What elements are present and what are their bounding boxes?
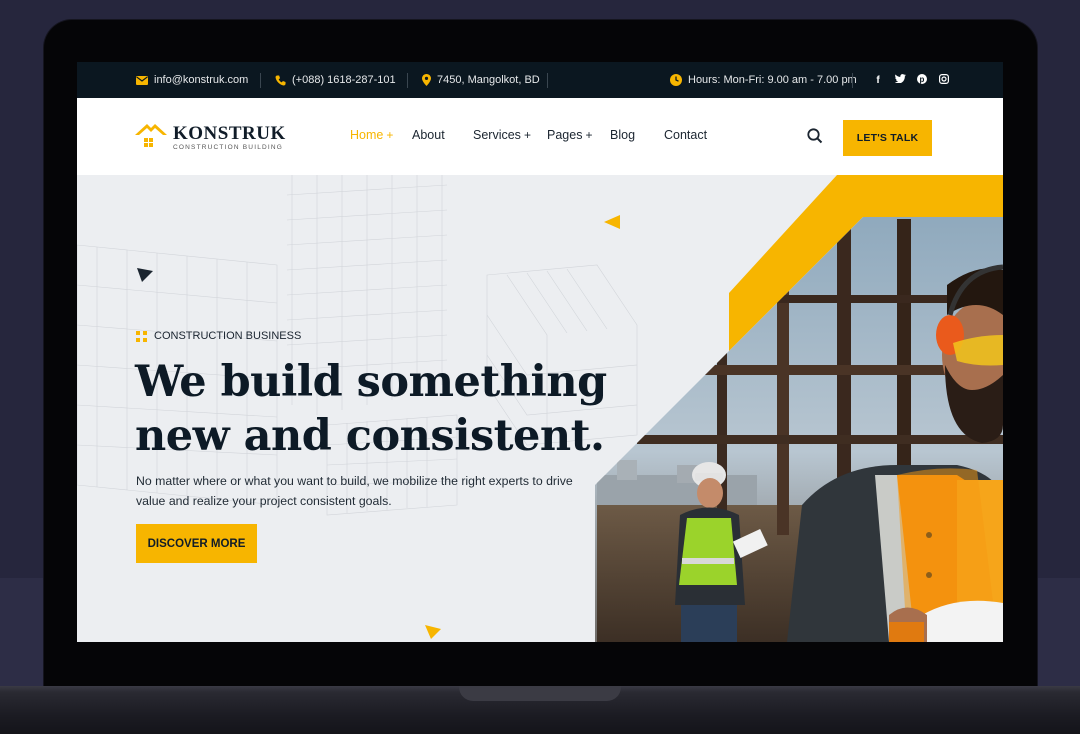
business-hours: Hours: Mon-Fri: 9.00 am - 7.00 pm (670, 62, 857, 98)
instagram-icon[interactable] (938, 73, 950, 87)
submenu-plus-icon: + (386, 128, 394, 142)
nav-label: Blog (610, 128, 636, 142)
divider (260, 73, 261, 88)
social-links: f p (872, 62, 950, 98)
nav-label: About (412, 128, 445, 142)
discover-more-button[interactable]: DISCOVER MORE (136, 524, 257, 563)
hero-description: No matter where or what you want to buil… (136, 474, 573, 508)
hero-eyebrow: CONSTRUCTION BUSINESS (136, 330, 301, 342)
nav-label: Home (350, 128, 384, 142)
laptop-notch (459, 686, 621, 701)
pinterest-icon[interactable]: p (916, 73, 928, 87)
submenu-plus-icon: + (585, 128, 593, 142)
divider (547, 73, 548, 88)
phone-text: (+088) 1618-287-101 (292, 74, 396, 86)
nav-label: Pages (547, 128, 583, 142)
divider (407, 73, 408, 88)
nav-label: Services (473, 128, 521, 142)
nav-item-contact[interactable]: Contact (664, 128, 707, 142)
phone-contact[interactable]: (+088) 1618-287-101 (275, 62, 396, 98)
decorative-triangle-yellow (425, 625, 441, 639)
envelope-icon (136, 75, 148, 85)
hero-headline: We build something new and consistent. (135, 355, 607, 463)
headline-line-2: new and consistent. (135, 411, 605, 461)
clock-icon (670, 74, 682, 86)
nav-label: Contact (664, 128, 708, 142)
logo[interactable]: KONSTRUK CONSTRUCTION BUILDING (135, 118, 286, 158)
nav-item-services[interactable]: Services + (473, 128, 531, 142)
nav-item-about[interactable]: About (412, 128, 445, 142)
main-navigation: KONSTRUK CONSTRUCTION BUILDING Home + Abo… (77, 98, 1003, 175)
phone-icon (275, 74, 286, 86)
map-pin-icon (422, 74, 431, 86)
eyebrow-text: CONSTRUCTION BUSINESS (154, 330, 302, 342)
decorative-triangle-dark (137, 268, 153, 282)
top-info-bar: info@konstruk.com (+088) 1618-287-101 74… (77, 62, 1003, 98)
nav-item-pages[interactable]: Pages + (547, 128, 592, 142)
facebook-icon[interactable]: f (872, 75, 884, 86)
decorative-triangle-yellow (604, 215, 620, 229)
logo-name: KONSTRUK (173, 122, 286, 144)
hero-section: CONSTRUCTION BUSINESS We build something… (77, 175, 1003, 642)
email-contact[interactable]: info@konstruk.com (136, 62, 248, 98)
nav-item-blog[interactable]: Blog (610, 128, 635, 142)
address-text: 7450, Mangolkot, BD (437, 74, 540, 86)
nav-item-home[interactable]: Home + (350, 128, 393, 142)
search-icon[interactable] (806, 127, 824, 145)
email-text: info@konstruk.com (154, 74, 249, 86)
dots-icon (136, 330, 147, 342)
headline-line-1: We build something (135, 357, 607, 407)
twitter-icon[interactable] (894, 74, 906, 86)
hours-text: Hours: Mon-Fri: 9.00 am - 7.00 pm (688, 74, 857, 86)
logo-tagline: CONSTRUCTION BUILDING (173, 143, 284, 151)
laptop-screen: info@konstruk.com (+088) 1618-287-101 74… (77, 62, 1003, 642)
address-contact: 7450, Mangolkot, BD (422, 62, 540, 98)
divider (852, 73, 853, 88)
submenu-plus-icon: + (523, 128, 531, 142)
lets-talk-button[interactable]: LET'S TALK (843, 120, 932, 156)
svg-text:p: p (920, 75, 925, 84)
house-logo-icon (135, 122, 167, 154)
